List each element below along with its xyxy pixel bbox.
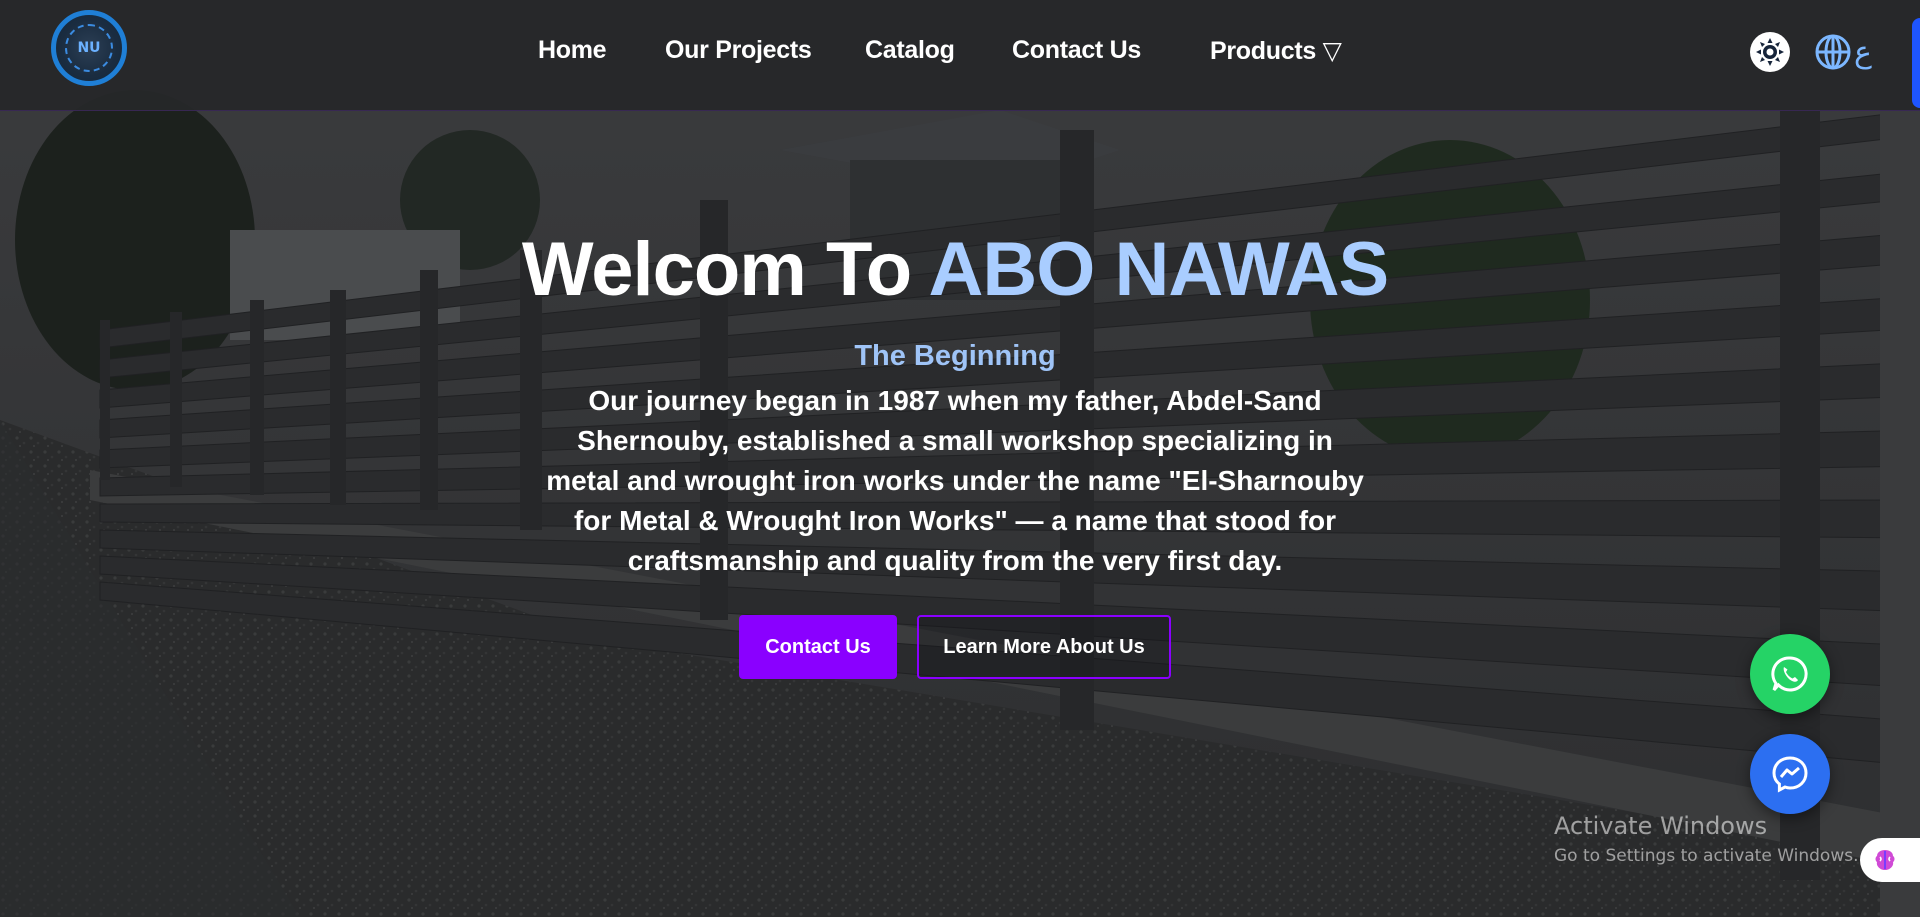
- hero-title-brand: ABO NAWAS: [928, 227, 1389, 312]
- hero-title-prefix: Welcom To: [521, 227, 929, 312]
- whatsapp-icon: [1771, 656, 1808, 692]
- assistant-widget-button[interactable]: [1860, 838, 1920, 882]
- theme-toggle-button[interactable]: [1750, 32, 1790, 72]
- nav-our-projects-link[interactable]: Our Projects: [665, 36, 812, 65]
- whatsapp-chat-button[interactable]: [1750, 634, 1830, 714]
- hero-actions: Contact Us Learn More About Us: [500, 615, 1410, 679]
- hero-title: Welcom To ABO NAWAS: [500, 222, 1410, 318]
- messenger-chat-button[interactable]: [1750, 734, 1830, 814]
- hero-description: Our journey began in 1987 when my father…: [546, 385, 1364, 576]
- brand-logo-mark: NU: [65, 24, 113, 72]
- globe-icon: [1815, 34, 1851, 70]
- learn-more-button[interactable]: Learn More About Us: [917, 615, 1171, 679]
- hero-section: Welcom To ABO NAWAS The Beginning Our jo…: [500, 222, 1410, 679]
- watermark-title: Activate Windows: [1554, 812, 1768, 840]
- sun-icon: [1756, 38, 1784, 66]
- top-navbar: NU Home Our Projects Catalog Contact Us …: [0, 0, 1920, 111]
- nav-products-dropdown[interactable]: Products ▽: [1210, 36, 1342, 66]
- brain-icon: [1875, 850, 1895, 870]
- language-toggle-button[interactable]: ع: [1814, 30, 1872, 74]
- edge-accent: [1912, 18, 1920, 108]
- windows-activation-watermark: Activate Windows Go to Settings to activ…: [1554, 812, 1859, 866]
- nav-home-link[interactable]: Home: [538, 36, 607, 65]
- brand-logo[interactable]: NU: [51, 10, 127, 86]
- messenger-icon: [1772, 756, 1808, 793]
- watermark-subtitle: Go to Settings to activate Windows.: [1554, 846, 1859, 866]
- language-label: ع: [1854, 34, 1872, 70]
- nav-catalog-link[interactable]: Catalog: [865, 36, 955, 65]
- hero-subtitle: The Beginning: [854, 340, 1056, 372]
- contact-us-button[interactable]: Contact Us: [739, 615, 897, 679]
- nav-contact-us-link[interactable]: Contact Us: [1012, 36, 1141, 65]
